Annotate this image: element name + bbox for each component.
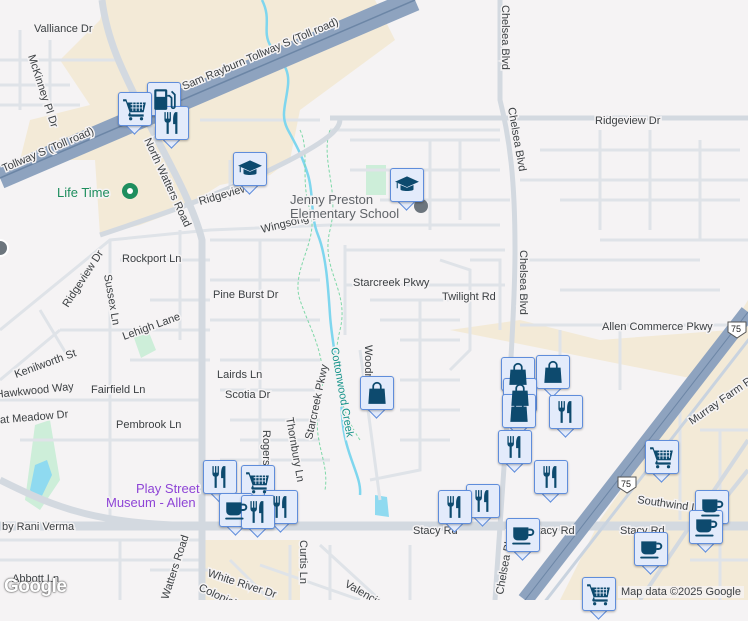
restaurant-icon bbox=[207, 464, 233, 490]
coffee-marker[interactable] bbox=[689, 510, 723, 554]
restaurant-marker[interactable] bbox=[534, 460, 568, 504]
shopping-bag-marker[interactable] bbox=[536, 355, 570, 399]
fuel-icon bbox=[151, 86, 177, 112]
restaurant-icon bbox=[538, 464, 564, 490]
school-marker[interactable] bbox=[390, 168, 424, 212]
shopping-cart-marker[interactable] bbox=[645, 440, 679, 484]
map-canvas[interactable]: Valliance Dr McKinney Pl Dr Sam Rayburn … bbox=[0, 0, 748, 600]
lehigh-label: Lehigh Lane bbox=[121, 311, 182, 343]
ridgeview-dr-label: Ridgeview Dr bbox=[595, 115, 661, 127]
us75-shield-1: 75 bbox=[731, 324, 741, 334]
scotia-label: Scotia Dr bbox=[225, 389, 271, 401]
museum-label-line1[interactable]: Play Street bbox=[135, 480, 202, 498]
school-icon bbox=[237, 156, 263, 182]
map-attribution[interactable]: Map data ©2025 Google bbox=[617, 586, 744, 598]
chelsea-top-label: Chelsea Blvd bbox=[499, 5, 511, 70]
fairfield-label: Fairfield Ln bbox=[91, 384, 145, 396]
coffee-icon bbox=[693, 514, 719, 540]
ridgeview-left-label: Ridgeview Dr bbox=[60, 248, 106, 310]
restaurant-icon bbox=[245, 499, 271, 525]
thornbury-label: Thornbury Ln bbox=[283, 416, 306, 483]
starcreek-vertical-label: Starcreek Pkwy bbox=[303, 363, 331, 441]
museum-label-line2[interactable]: Museum - Allen bbox=[105, 494, 198, 512]
restaurant-marker[interactable] bbox=[498, 430, 532, 474]
restaurant-icon bbox=[159, 110, 185, 136]
shopping-bag-marker[interactable] bbox=[360, 376, 394, 420]
hawkwood-label: Hawkwood Way bbox=[0, 381, 75, 401]
lifetime-label[interactable]: Life Time bbox=[56, 184, 112, 202]
pembrook-label: Pembrook Ln bbox=[116, 419, 181, 431]
shopping-cart-icon bbox=[586, 581, 612, 607]
starcreek-label: Starcreek Pkwy bbox=[353, 277, 430, 289]
coffee-marker[interactable] bbox=[506, 518, 540, 562]
twilight-label: Twilight Rd bbox=[442, 291, 496, 303]
pine-burst-label: Pine Burst Dr bbox=[213, 289, 279, 301]
shopping-bag-icon bbox=[540, 359, 566, 385]
coffee-icon bbox=[638, 536, 664, 562]
rani-label: by Rani Verma bbox=[2, 521, 75, 533]
sussex-label: Sussex Ln bbox=[101, 273, 122, 326]
shopping-cart-icon bbox=[122, 96, 148, 122]
meadow-label: Great Meadow Dr bbox=[0, 408, 69, 428]
curtis-label: Curtis Ln bbox=[297, 540, 309, 584]
watters-lower-label: Watters Road bbox=[159, 534, 191, 600]
restaurant-marker[interactable] bbox=[438, 490, 472, 534]
restaurant-icon bbox=[442, 494, 468, 520]
shopping-cart-icon bbox=[245, 469, 271, 495]
restaurant-marker[interactable] bbox=[549, 395, 583, 439]
us75-shield-2: 75 bbox=[621, 479, 631, 489]
school-label-line2[interactable]: Elementary School bbox=[289, 205, 401, 223]
restaurant-icon bbox=[470, 488, 496, 514]
creek-label: Cottonwood Creek bbox=[328, 346, 356, 438]
valliance-label: Valliance Dr bbox=[34, 23, 93, 35]
lairds-label: Lairds Ln bbox=[217, 369, 262, 381]
rockport-label: Rockport Ln bbox=[122, 253, 181, 265]
restaurant-icon bbox=[268, 494, 294, 520]
school-icon bbox=[394, 172, 420, 198]
chelsea-right-label: Chelsea Blvd bbox=[517, 250, 529, 315]
shopping-cart-marker[interactable] bbox=[582, 577, 616, 621]
google-logo: Google bbox=[4, 576, 67, 597]
shopping-bag-icon bbox=[506, 398, 532, 424]
shopping-cart-marker[interactable] bbox=[118, 92, 152, 136]
restaurant-marker[interactable] bbox=[155, 106, 189, 150]
restaurant-marker[interactable] bbox=[241, 495, 275, 539]
shopping-cart-icon bbox=[649, 444, 675, 470]
restaurant-icon bbox=[553, 399, 579, 425]
restaurant-icon bbox=[502, 434, 528, 460]
edge-pin-icon[interactable] bbox=[0, 239, 9, 257]
coffee-marker[interactable] bbox=[634, 532, 668, 576]
coffee-icon bbox=[510, 522, 536, 548]
allen-commerce-label: Allen Commerce Pkwy bbox=[602, 321, 713, 333]
kenilworth-label: Kenilworth St bbox=[13, 347, 78, 380]
school-label-line1[interactable]: Jenny Preston bbox=[289, 191, 375, 209]
school-marker[interactable] bbox=[233, 152, 267, 196]
shopping-bag-icon bbox=[364, 380, 390, 406]
